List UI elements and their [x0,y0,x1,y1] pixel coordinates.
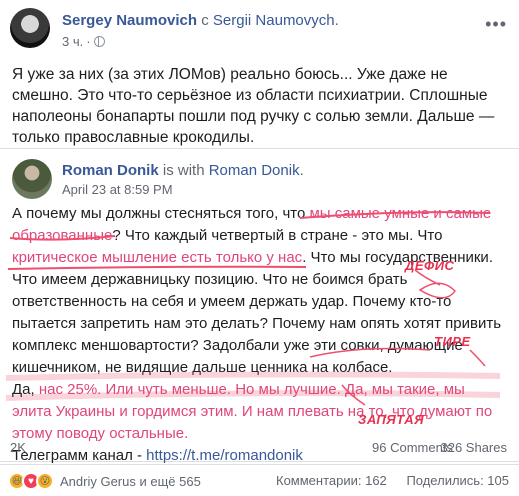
shared-paragraph-1: А почему мы должны стесняться того, что … [12,205,502,376]
shared-tagged-suffix: . [299,162,304,179]
connector-text: с [197,12,213,29]
post-author-line: Sergey Naumovich с Sergii Naumovych. [62,12,339,29]
post-footer: 😆 ♥ 😮 Andriy Gerus и ещё 565 Комментарии… [0,464,519,496]
shared-connector: is with [158,162,209,179]
shared-author-line: Roman Donik is with Roman Donik. [62,162,304,179]
shared-tagged-link[interactable]: Roman Donik [209,162,300,179]
shared-reactions-count[interactable]: 2K [10,440,26,455]
avatar[interactable] [10,8,50,48]
shared-post-time[interactable]: April 23 at 8:59 PM [62,182,173,197]
post-time[interactable]: 3 ч. [62,34,83,49]
post-meta: 3 ч. · [62,34,105,49]
tagged-suffix: . [334,12,339,29]
reactions-summary[interactable]: 😆 ♥ 😮 Andriy Gerus и ещё 565 [8,472,201,490]
post-text: Я уже за них (за этих ЛОМов) реально бою… [12,66,495,146]
facebook-post: Sergey Naumovich с Sergii Naumovych. 3 ч… [0,0,519,496]
telegram-link[interactable]: https://t.me/romandonik [146,447,303,464]
shared-paragraph-2: Да, нас 25%. Или чуть меньше. Но мы лучш… [12,381,493,442]
highlight-phrase: критическое мышление есть только у нас [12,249,303,266]
author-name-link[interactable]: Sergey Naumovich [62,12,197,29]
shared-post-card: Roman Donik is with Roman Donik. April 2… [0,148,519,464]
comments-total[interactable]: Комментарии: 162 [276,473,387,488]
shared-shares-count[interactable]: 326 Shares [441,440,508,455]
wow-reaction-icon: 😮 [36,472,54,490]
annotation-zapyataya: ЗАПЯТАЯ [358,412,425,427]
globe-icon [93,36,105,47]
more-icon[interactable]: ••• [485,14,507,35]
shared-author-link[interactable]: Roman Donik [62,162,159,179]
annotation-tire: ТИРЕ [434,334,471,349]
reacted-by-text[interactable]: Andriy Gerus и ещё 565 [60,474,201,489]
shares-total[interactable]: Поделились: 105 [406,473,509,488]
annotation-defis: ДЕФИС [405,258,455,273]
tagged-user-link[interactable]: Sergii Naumovych [213,12,335,29]
shared-avatar[interactable] [12,159,52,199]
